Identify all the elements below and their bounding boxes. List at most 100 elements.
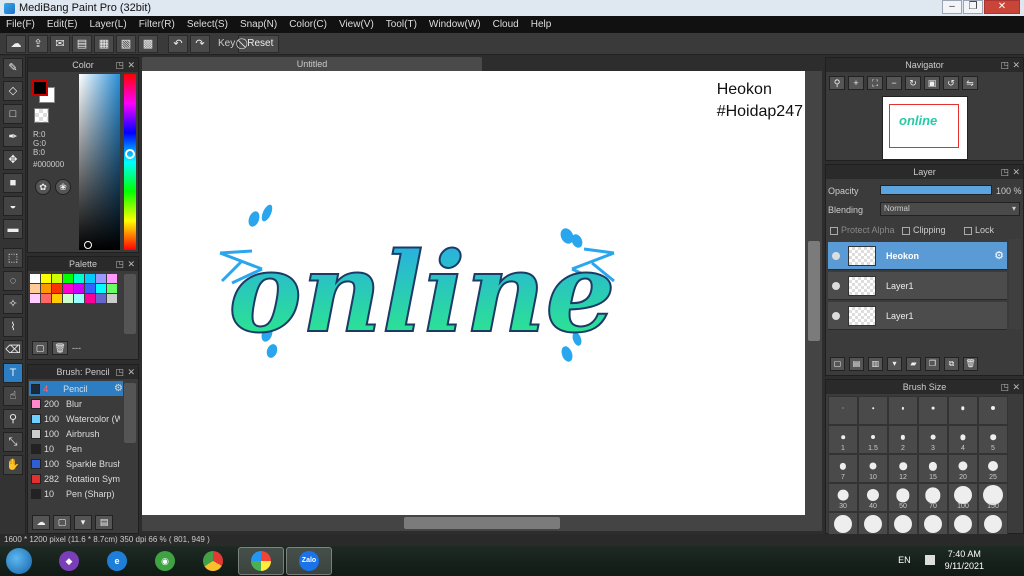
undock-icon[interactable]: ◳: [1000, 165, 1009, 179]
taskbar-internet-explorer[interactable]: e: [94, 547, 140, 575]
undock-icon[interactable]: ◳: [115, 365, 124, 379]
palette-swatch[interactable]: [63, 294, 73, 303]
brush-size-cell[interactable]: 20: [948, 454, 978, 483]
gradient-tool-icon[interactable]: ▬: [3, 219, 23, 239]
brush-size-cell[interactable]: 30: [828, 483, 858, 512]
palette-swatch[interactable]: [41, 284, 51, 293]
redo-icon[interactable]: ↷: [190, 34, 210, 53]
brush-size-cell[interactable]: 3: [918, 425, 948, 454]
close-icon[interactable]: ✕: [127, 257, 135, 271]
cloud-brush-icon[interactable]: ☁: [32, 515, 50, 530]
start-button[interactable]: [6, 548, 32, 574]
close-icon[interactable]: ✕: [127, 58, 135, 72]
cloud-icon[interactable]: ☁: [6, 34, 26, 53]
new-halftone-layer-icon[interactable]: ▤: [849, 357, 864, 371]
close-button[interactable]: ✕: [984, 0, 1020, 14]
visibility-icon[interactable]: [832, 281, 840, 290]
brush-size-cell[interactable]: 150: [978, 483, 1008, 512]
brush-item[interactable]: 10 Pen (Sharp): [29, 486, 123, 501]
menu-file[interactable]: File(F): [0, 19, 41, 30]
palette-swatch[interactable]: [85, 284, 95, 293]
saturation-value-picker[interactable]: [79, 74, 120, 250]
brush-size-cell[interactable]: 70: [918, 483, 948, 512]
duplicate-layer-icon[interactable]: ❐: [925, 357, 940, 371]
visibility-icon[interactable]: [832, 251, 840, 260]
chat-icon[interactable]: ▤: [72, 34, 92, 53]
reset-button[interactable]: ⃠ Reset: [238, 34, 280, 53]
operation-tool-icon[interactable]: ☝: [3, 386, 23, 406]
palette-swatch[interactable]: [52, 294, 62, 303]
grid-icon[interactable]: ▩: [138, 34, 158, 53]
dropper-tool-icon[interactable]: ⚲: [3, 409, 23, 429]
brush-size-cell[interactable]: 12: [888, 454, 918, 483]
maximize-button[interactable]: ❐: [963, 0, 983, 14]
sv-picker-knob[interactable]: [84, 241, 92, 249]
palette-swatch[interactable]: [107, 284, 117, 293]
menu-cloud[interactable]: Cloud: [487, 19, 525, 30]
vertical-scroll-thumb[interactable]: [808, 241, 820, 341]
reset-rotation-icon[interactable]: ↺: [943, 76, 959, 90]
fill-rect-tool-icon[interactable]: ■: [3, 173, 23, 193]
fit-icon[interactable]: ⛶: [867, 76, 883, 90]
material-icon[interactable]: ▧: [116, 34, 136, 53]
menu-edit[interactable]: Edit(E): [41, 19, 84, 30]
taskbar-chrome[interactable]: [190, 547, 236, 575]
color-wheel-icon[interactable]: ✿: [35, 179, 51, 195]
document-icon[interactable]: ▦: [94, 34, 114, 53]
hue-slider-knob[interactable]: [125, 149, 135, 159]
palette-swatch[interactable]: [107, 274, 117, 283]
folder-icon[interactable]: ▰: [906, 357, 921, 371]
canvas-horizontal-scrollbar[interactable]: [142, 515, 822, 531]
palette-swatch[interactable]: [74, 284, 84, 293]
add-palette-icon[interactable]: ▢: [32, 341, 48, 355]
clock[interactable]: 7:40 AM 9/11/2021: [945, 548, 984, 572]
comment-icon[interactable]: ✉: [50, 34, 70, 53]
magic-wand-tool-icon[interactable]: ✧: [3, 294, 23, 314]
brush-size-cell[interactable]: [828, 396, 858, 425]
brush-size-cell[interactable]: [888, 396, 918, 425]
brush-size-cell[interactable]: 1.5: [858, 425, 888, 454]
close-icon[interactable]: ✕: [1012, 165, 1020, 179]
lock-checkbox[interactable]: Lock: [964, 225, 994, 235]
palette-swatch[interactable]: [41, 274, 51, 283]
new-layer-icon[interactable]: ▢: [830, 357, 845, 371]
menu-tool[interactable]: Tool(T): [380, 19, 423, 30]
language-indicator[interactable]: EN: [898, 555, 911, 565]
bucket-tool-icon[interactable]: ◒: [3, 196, 23, 216]
brush-item[interactable]: 282 Rotation Sym: [29, 471, 123, 486]
color-history-icon[interactable]: ❀: [55, 179, 71, 195]
palette-swatch[interactable]: [52, 284, 62, 293]
palette-swatch[interactable]: [96, 284, 106, 293]
brush-size-cell[interactable]: 4: [948, 425, 978, 454]
navigator-thumbnail[interactable]: online: [882, 96, 968, 160]
palette-swatch[interactable]: [74, 274, 84, 283]
palette-swatch[interactable]: [85, 294, 95, 303]
blending-select[interactable]: Normal ▾: [880, 202, 1020, 216]
gear-icon[interactable]: ⚙: [994, 249, 1004, 262]
brush-size-cell[interactable]: 1: [828, 425, 858, 454]
brush-size-cell[interactable]: 7: [828, 454, 858, 483]
horizontal-scroll-thumb[interactable]: [404, 517, 560, 529]
brush-size-cell[interactable]: [948, 396, 978, 425]
brush-item[interactable]: 100 Watercolor (W: [29, 411, 123, 426]
zoom-out-icon[interactable]: −: [886, 76, 902, 90]
palette-swatch[interactable]: [41, 294, 51, 303]
new-8bit-layer-icon[interactable]: ▥: [868, 357, 883, 371]
palette-swatch[interactable]: [107, 294, 117, 303]
palette-swatch[interactable]: [30, 294, 40, 303]
brush-scrollbar[interactable]: [124, 383, 136, 443]
brush-size-cell[interactable]: 25: [978, 454, 1008, 483]
close-icon[interactable]: ✕: [127, 365, 135, 379]
palette-swatch[interactable]: [30, 284, 40, 293]
hand-tool-icon[interactable]: ✋: [3, 455, 23, 475]
taskbar-zalo[interactable]: Zalo: [286, 547, 332, 575]
text-tool-icon[interactable]: T: [3, 363, 23, 383]
brush-item[interactable]: 10 Pen: [29, 441, 123, 456]
flip-icon[interactable]: ⇋: [962, 76, 978, 90]
undock-icon[interactable]: ◳: [1000, 58, 1009, 72]
taskbar-coc-coc[interactable]: ◉: [142, 547, 188, 575]
menu-layer[interactable]: Layer(L): [83, 19, 132, 30]
lasso-tool-icon[interactable]: ◌: [3, 271, 23, 291]
protect-alpha-checkbox[interactable]: Protect Alpha: [830, 225, 895, 235]
brush-size-cell[interactable]: 50: [888, 483, 918, 512]
